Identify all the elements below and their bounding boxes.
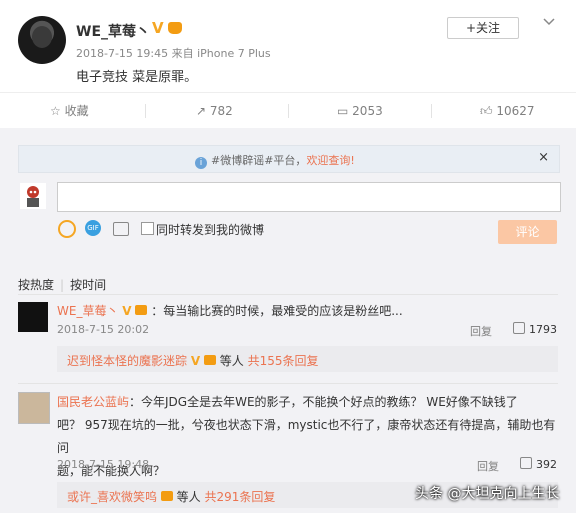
comment-icon: ▭ [337,104,349,118]
action-divider [431,104,432,118]
comment-text: ：今年JDG全是去年WE的影子，不能换个好点的教练？ WE好像不缺钱了 [129,395,518,409]
reply-button[interactable]: 回复 [477,458,499,474]
commenter-avatar[interactable] [18,302,48,332]
close-icon[interactable]: × [538,150,549,165]
verified-badge: V [152,19,164,37]
sort-by-time[interactable]: 按时间 [70,278,106,292]
comment-text: ：每当输比赛的时候，最难受的应该是粉丝吧... [151,304,403,318]
comment-like-button[interactable]: 1793 [513,322,557,336]
source-watermark: 头条 @大坦克向上生长 [415,486,560,502]
comment-like-count: 1793 [529,323,557,336]
repost-checkbox[interactable] [141,222,154,235]
comment-input[interactable] [57,182,561,212]
author-avatar[interactable] [18,16,66,64]
sort-by-hot[interactable]: 按热度 [18,278,54,292]
like-button[interactable]: 👍︎ 10627 [480,93,535,129]
emoji-icon[interactable] [58,220,76,238]
post-action-bar: ☆ 收藏 ↗ 782 ▭ 2053 👍︎ 10627 [0,92,576,129]
favorite-button[interactable]: ☆ 收藏 [50,93,89,129]
follow-button[interactable]: +关注 [447,17,519,39]
chevron-down-icon[interactable] [543,14,555,30]
repost-count: 782 [209,104,233,118]
notice-link[interactable]: 欢迎查询! [306,154,354,167]
favorite-label: 收藏 [64,104,89,118]
comment-date: 2018-7-15 19:48 [57,458,150,471]
thread-mid: 等人 [215,354,248,368]
vip-crown-icon [160,491,173,501]
vip-crown-icon [168,22,182,34]
post-header: WE_草莓丶 V 2018-7-15 19:45 来自 iPhone 7 Plu… [0,0,576,92]
action-divider [288,104,289,118]
comment-body: WE_草莓丶 V ：每当输比赛的时候，最难受的应该是粉丝吧... [57,302,403,319]
post-meta: 2018-7-15 19:45 来自 iPhone 7 Plus [76,47,271,60]
vip-crown-icon [203,355,216,365]
comment-button[interactable]: ▭ 2053 [337,93,383,129]
comment-like-button[interactable]: 392 [520,457,557,471]
rumor-notice-bar: i #微博辟谣#平台，欢迎查询! × [18,145,560,173]
comment-text: 吧？ 957现在坑的一批，兮夜也状态下滑，mystic也不行了，康帝状态还有待提… [57,418,556,455]
image-icon[interactable] [113,222,129,236]
action-divider [145,104,146,118]
comment-like-count: 392 [536,458,557,471]
repost-checkbox-label: 同时转发到我的微博 [156,223,265,237]
like-count: 10627 [496,104,535,118]
comment-sort: 按热度 | 按时间 [18,278,107,292]
my-avatar [20,183,46,209]
verified-badge: V [190,354,201,368]
thread-mid: 等人 [172,490,205,504]
thread-count: 共291条回复 [204,490,276,504]
thread-user: 迟到怪本怪的魔影迷踪 [67,354,188,368]
star-icon: ☆ [50,104,61,118]
thumbs-up-icon [513,322,525,334]
gif-icon[interactable]: GIF [85,220,101,236]
thread-user: 或许_喜欢微笑呜 [67,490,158,504]
commenter-username[interactable]: WE_草莓丶 [57,304,118,318]
comment-count: 2053 [352,104,383,118]
notice-text: #微博辟谣#平台， [211,154,307,167]
submit-comment-button[interactable]: 评论 [498,220,557,244]
thumbs-up-icon: 👍︎ [480,104,493,118]
author-username[interactable]: WE_草莓丶 [76,21,150,41]
vip-crown-icon [135,305,148,315]
post-text: 电子竞技 菜是原罪。 [76,70,198,85]
commenter-username[interactable]: 国民老公蓝屿 [57,395,129,409]
sort-divider [18,294,558,295]
repost-button[interactable]: ↗ 782 [196,93,233,129]
thumbs-up-icon [520,457,532,469]
repost-icon: ↗ [196,104,207,118]
commenter-avatar[interactable] [18,392,50,424]
verified-badge: V [122,304,132,318]
comment-date: 2018-7-15 20:02 [57,323,150,336]
info-icon: i [195,157,207,169]
reply-button[interactable]: 回复 [470,323,492,339]
thread-count: 共155条回复 [247,354,319,368]
comment-divider [18,383,558,384]
reply-thread-link[interactable]: 迟到怪本怪的魔影迷踪 V 等人 共155条回复 [57,346,558,372]
